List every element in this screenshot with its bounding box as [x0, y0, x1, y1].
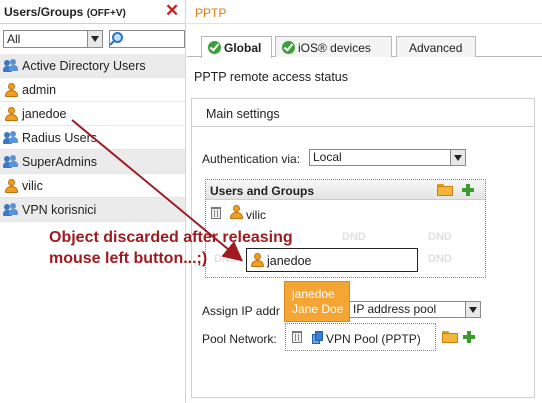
dnd-marker: DND: [428, 231, 452, 243]
filter-select[interactable]: All: [3, 30, 103, 48]
tab-global[interactable]: Global: [201, 36, 272, 58]
chevron-down-icon[interactable]: [87, 31, 102, 47]
search-input[interactable]: [109, 30, 185, 48]
list-item-superadmins[interactable]: SuperAdmins: [0, 150, 185, 174]
group-icon: [3, 155, 19, 169]
list-item-admin[interactable]: admin: [0, 78, 185, 102]
dnd-marker: DND: [342, 231, 366, 243]
list-item-label: Active Directory Users: [22, 59, 146, 73]
pool-network-label: Pool Network:: [202, 332, 277, 346]
list-item-label: SuperAdmins: [22, 155, 98, 169]
user-icon: [5, 107, 18, 121]
close-icon[interactable]: ✕: [165, 2, 179, 20]
tab-label: Global: [224, 41, 262, 55]
users-groups-title: Users/Groups (OFF+V): [4, 5, 126, 19]
pptp-header: PPTP: [187, 0, 542, 24]
user-icon: [5, 83, 18, 97]
tooltip-username: janedoe: [292, 287, 335, 301]
pptp-panel: PPTP Global iOS® devices Advanced PPTP r…: [187, 0, 542, 403]
chevron-down-icon[interactable]: [465, 302, 480, 317]
list-item-label: vilic: [22, 179, 43, 193]
tab-label: Advanced: [409, 41, 463, 55]
folder-icon[interactable]: [437, 184, 453, 196]
annotation-line-2: mouse left button...;): [49, 250, 208, 267]
folder-icon[interactable]: [442, 331, 458, 343]
users-groups-list: Active Directory Users admin janedoe Rad…: [0, 54, 185, 222]
list-item-label: Radius Users: [22, 131, 98, 145]
network-icon: [312, 331, 324, 344]
annotation-text: Object discarded after releasing mouse l…: [49, 227, 293, 269]
auth-select[interactable]: Local: [309, 149, 466, 166]
group-icon: [3, 131, 19, 145]
list-item-radius-users[interactable]: Radius Users: [0, 126, 185, 150]
panel-title-text: Users/Groups: [4, 5, 84, 19]
list-item-label: janedoe: [22, 107, 67, 121]
users-groups-header: Users/Groups (OFF+V) ✕: [0, 0, 185, 24]
list-item-label: VPN korisnici: [22, 203, 97, 217]
list-item-janedoe[interactable]: janedoe: [0, 102, 185, 126]
chevron-down-icon[interactable]: [450, 150, 465, 165]
auth-label: Authentication via:: [202, 152, 301, 166]
assign-ip-selected-value: IP address pool: [353, 302, 437, 316]
list-item-vpn-korisnici[interactable]: VPN korisnici: [0, 198, 185, 222]
trash-icon[interactable]: [292, 331, 302, 343]
users-and-groups-header: Users and Groups: [206, 180, 485, 200]
status-text: PPTP remote access status: [194, 70, 348, 84]
user-icon: [5, 179, 18, 193]
users-and-groups-heading: Users and Groups: [210, 184, 315, 198]
add-icon[interactable]: [463, 331, 475, 343]
auth-selected-value: Local: [313, 150, 342, 164]
add-icon[interactable]: [462, 184, 474, 196]
drag-tooltip: janedoe Jane Doe: [284, 281, 350, 322]
tab-advanced[interactable]: Advanced: [396, 36, 476, 57]
pool-network-box[interactable]: VPN Pool (PPTP): [285, 323, 436, 351]
check-icon: [208, 41, 221, 54]
main-settings-heading: Main settings: [192, 99, 534, 127]
check-icon: [282, 41, 295, 54]
annotation-line-1: Object discarded after releasing: [49, 229, 293, 246]
users-groups-panel: Users/Groups (OFF+V) ✕ All Active Direct…: [0, 0, 186, 403]
tooltip-fullname: Jane Doe: [292, 302, 344, 316]
list-item-vilic[interactable]: vilic: [0, 174, 185, 198]
users-and-groups-row-label: vilic: [246, 208, 266, 222]
dnd-marker: DND: [428, 253, 452, 265]
tab-label: iOS® devices: [298, 41, 371, 55]
group-icon: [3, 203, 19, 217]
page-title: PPTP: [195, 6, 227, 20]
filter-selected-value: All: [7, 32, 21, 46]
shortcut-hint: (OFF+V): [86, 8, 126, 19]
search-icon[interactable]: [112, 32, 123, 43]
user-icon: [230, 205, 243, 219]
list-item-active-directory-users[interactable]: Active Directory Users: [0, 54, 185, 78]
assign-ip-label: Assign IP addr: [202, 304, 280, 318]
tab-ios-devices[interactable]: iOS® devices: [275, 36, 392, 57]
group-icon: [3, 59, 19, 73]
tab-bar: Global iOS® devices Advanced: [187, 35, 542, 58]
list-item-label: admin: [22, 83, 57, 97]
assign-ip-select[interactable]: IP address pool: [347, 301, 481, 318]
filter-row: All: [3, 30, 185, 48]
trash-icon[interactable]: [211, 207, 221, 219]
pool-network-value: VPN Pool (PPTP): [326, 332, 421, 346]
